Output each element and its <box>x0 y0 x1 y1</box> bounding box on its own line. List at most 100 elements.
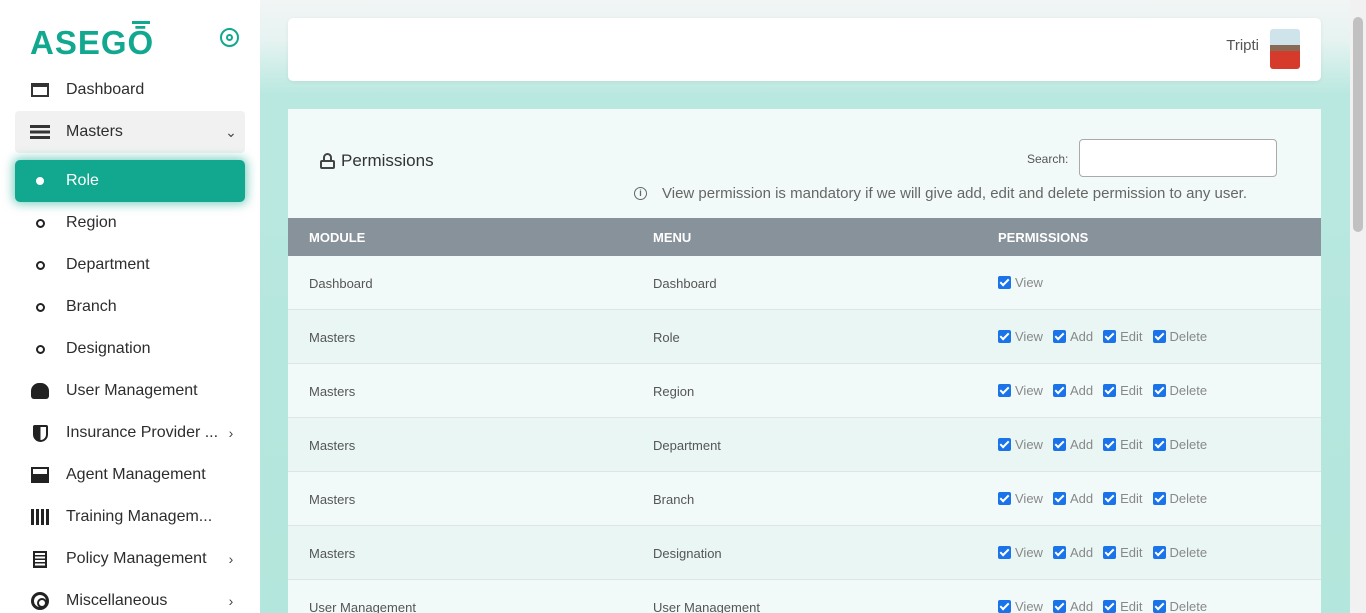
bullet-icon <box>30 213 50 233</box>
permission-delete-checkbox[interactable]: Delete <box>1152 329 1208 344</box>
permission-add-checkbox[interactable]: Add <box>1052 329 1094 344</box>
permission-edit-checkbox[interactable]: Edit <box>1103 599 1143 613</box>
checkbox-checked-icon[interactable] <box>1152 546 1166 559</box>
column-header-menu: MENU <box>653 230 692 245</box>
checkbox-checked-icon[interactable] <box>1052 546 1066 559</box>
cell-module: Masters <box>309 546 356 561</box>
scrollbar-thumb[interactable] <box>1353 17 1363 232</box>
permission-label: Edit <box>1120 437 1143 452</box>
checkbox-checked-icon[interactable] <box>1103 492 1117 505</box>
sidebar-item-dashboard[interactable]: Dashboard <box>15 69 245 111</box>
column-header-module: MODULE <box>309 230 366 245</box>
checkbox-checked-icon[interactable] <box>998 330 1011 343</box>
list-icon <box>30 122 50 142</box>
checkbox-checked-icon[interactable] <box>1052 384 1066 397</box>
cell-permissions: View Add Edit Delete <box>998 545 1217 560</box>
sidebar-item-designation[interactable]: Designation <box>15 328 245 370</box>
permission-add-checkbox[interactable]: Add <box>1052 383 1093 398</box>
permission-label: Delete <box>1169 383 1208 398</box>
permission-label: Delete <box>1169 329 1208 344</box>
permission-view-checkbox[interactable]: View <box>998 599 1043 613</box>
permission-edit-checkbox[interactable]: Edit <box>1103 491 1143 506</box>
checkbox-checked-icon[interactable] <box>1152 330 1166 343</box>
checkbox-checked-icon[interactable] <box>1152 492 1166 505</box>
permission-delete-checkbox[interactable]: Delete <box>1152 599 1207 613</box>
cell-permissions: View <box>998 275 1053 290</box>
info-note: i View permission is mandatory if we wil… <box>634 185 1247 202</box>
checkbox-checked-icon[interactable] <box>1103 546 1117 559</box>
books-icon <box>30 507 50 527</box>
permission-delete-checkbox[interactable]: Delete <box>1152 383 1208 398</box>
user-name[interactable]: Tripti <box>1226 37 1259 54</box>
permission-view-checkbox[interactable]: View <box>998 383 1043 398</box>
checkbox-checked-icon[interactable] <box>1103 384 1117 397</box>
avatar[interactable] <box>1270 29 1300 69</box>
sidebar-toggle-icon[interactable] <box>220 28 239 47</box>
sidebar-item-label: Region <box>66 214 117 231</box>
checkbox-checked-icon[interactable] <box>998 492 1011 505</box>
permission-view-checkbox[interactable]: View <box>998 545 1043 560</box>
permission-edit-checkbox[interactable]: Edit <box>1103 545 1143 560</box>
cell-menu: Dashboard <box>653 276 717 291</box>
permission-delete-checkbox[interactable]: Delete <box>1152 491 1207 506</box>
checkbox-checked-icon[interactable] <box>1052 492 1066 505</box>
sidebar-item-label: Designation <box>66 340 151 357</box>
checkbox-checked-icon[interactable] <box>1103 438 1117 451</box>
permission-label: Add <box>1069 437 1094 452</box>
permission-edit-checkbox[interactable]: Edit <box>1103 329 1143 344</box>
checkbox-checked-icon[interactable] <box>1052 438 1066 451</box>
sidebar-item-insurance-provider[interactable]: Insurance Provider ... › <box>15 412 245 454</box>
checkbox-checked-icon[interactable] <box>998 546 1011 559</box>
sidebar-item-department[interactable]: Department <box>15 244 245 286</box>
cell-module: Masters <box>309 330 356 345</box>
checkbox-checked-icon[interactable] <box>998 384 1011 397</box>
app-logo[interactable]: ASEGŌ <box>30 21 154 62</box>
permission-edit-checkbox[interactable]: Edit <box>1103 437 1143 452</box>
sidebar-item-user-management[interactable]: User Management <box>15 370 245 412</box>
sidebar-item-miscellaneous[interactable]: Miscellaneous › <box>15 580 245 613</box>
checkbox-checked-icon[interactable] <box>998 276 1011 289</box>
page-title-text: Permissions <box>341 151 434 170</box>
permission-view-checkbox[interactable]: View <box>998 437 1043 452</box>
permission-delete-checkbox[interactable]: Delete <box>1152 437 1207 452</box>
checkbox-checked-icon[interactable] <box>1103 330 1117 343</box>
main-content: Tripti Permissions Search: i View permis… <box>260 0 1350 613</box>
sidebar-item-region[interactable]: Region <box>15 202 245 244</box>
scrollbar[interactable] <box>1350 0 1366 613</box>
sidebar-item-training-management[interactable]: Training Managem... <box>15 496 245 538</box>
permission-label: Add <box>1069 329 1094 344</box>
permission-label: Add <box>1069 545 1094 560</box>
sidebar-item-masters[interactable]: Masters ⌄ <box>15 111 245 153</box>
checkbox-checked-icon[interactable] <box>1152 438 1166 451</box>
permission-label: View <box>1015 437 1043 452</box>
permission-label: View <box>1015 275 1043 290</box>
sidebar-item-label: Dashboard <box>66 81 145 98</box>
checkbox-checked-icon[interactable] <box>998 600 1011 613</box>
cell-menu: Role <box>653 330 680 345</box>
checkbox-checked-icon[interactable] <box>1152 384 1166 397</box>
checkbox-checked-icon[interactable] <box>1152 600 1166 613</box>
sidebar-item-policy-management[interactable]: Policy Management › <box>15 538 245 580</box>
checkbox-checked-icon[interactable] <box>1103 600 1117 613</box>
sidebar-item-branch[interactable]: Branch <box>15 286 245 328</box>
cell-module: Masters <box>309 384 356 399</box>
checkbox-checked-icon[interactable] <box>1052 330 1066 343</box>
search-input[interactable] <box>1079 139 1277 177</box>
permission-add-checkbox[interactable]: Add <box>1052 545 1094 560</box>
sidebar-item-agent-management[interactable]: Agent Management <box>15 454 245 496</box>
permission-view-checkbox[interactable]: View <box>998 491 1043 506</box>
permission-label: View <box>1015 545 1043 560</box>
permission-view-checkbox[interactable]: View <box>998 275 1043 290</box>
sidebar-item-role[interactable]: Role <box>15 160 245 202</box>
permission-add-checkbox[interactable]: Add <box>1052 437 1094 452</box>
checkbox-checked-icon[interactable] <box>1052 600 1066 613</box>
table-row: Masters Region View Add Edit Delete <box>288 364 1321 418</box>
cell-permissions: View Add Edit Delete <box>998 437 1217 452</box>
permission-add-checkbox[interactable]: Add <box>1052 599 1093 613</box>
permission-view-checkbox[interactable]: View <box>998 329 1043 344</box>
agent-icon <box>30 465 50 485</box>
permission-delete-checkbox[interactable]: Delete <box>1152 545 1207 560</box>
permission-edit-checkbox[interactable]: Edit <box>1103 383 1143 398</box>
permission-add-checkbox[interactable]: Add <box>1052 491 1093 506</box>
checkbox-checked-icon[interactable] <box>998 438 1011 451</box>
